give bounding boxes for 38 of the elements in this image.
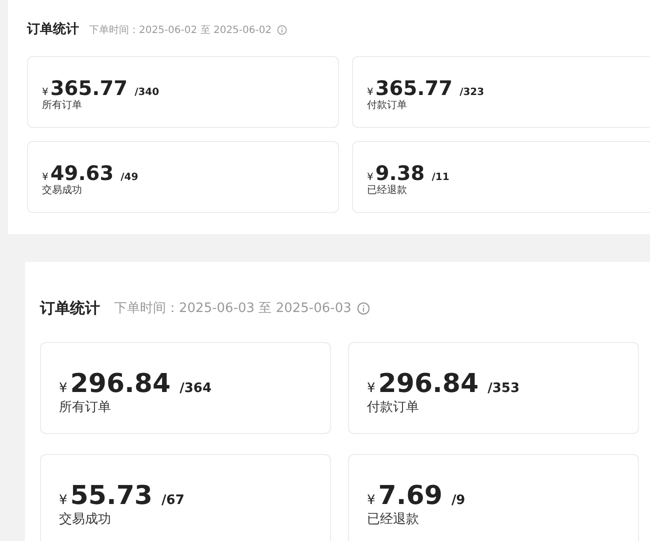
currency-sign: ¥ <box>367 172 374 183</box>
amount-value: 55.73 <box>70 481 153 511</box>
currency-sign: ¥ <box>367 493 376 508</box>
amount-value: 365.77 <box>50 77 128 99</box>
currency-sign: ¥ <box>59 381 68 396</box>
stat-label: 已经退款 <box>367 184 408 198</box>
currency-sign: ¥ <box>42 172 48 183</box>
amount-value: 365.77 <box>375 77 453 99</box>
order-time-range: 下单时间：2025-06-02 至 2025-06-02 <box>89 24 272 37</box>
order-count: /49 <box>120 172 138 183</box>
amount-value: 296.84 <box>70 369 171 399</box>
order-count: /340 <box>134 87 160 98</box>
amount-value: 49.63 <box>50 162 114 184</box>
order-count: /364 <box>180 381 212 396</box>
currency-sign: ¥ <box>42 87 48 98</box>
order-count: /9 <box>451 493 466 508</box>
info-icon[interactable] <box>357 302 370 314</box>
stat-label: 付款订单 <box>367 399 420 417</box>
stat-label: 交易成功 <box>59 511 112 529</box>
currency-sign: ¥ <box>59 493 68 508</box>
panel-title: 订单统计 <box>40 298 100 319</box>
panel-title: 订单统计 <box>27 20 79 39</box>
order-time-range: 下单时间：2025-06-03 至 2025-06-03 <box>114 300 352 317</box>
order-count: /323 <box>460 87 484 98</box>
currency-sign: ¥ <box>367 87 374 98</box>
stat-label: 所有订单 <box>42 99 83 113</box>
stat-label: 所有订单 <box>59 399 112 417</box>
stat-label: 付款订单 <box>367 99 408 113</box>
stat-label: 已经退款 <box>367 511 420 529</box>
amount-value: 7.69 <box>378 481 442 511</box>
order-count: /353 <box>488 381 520 396</box>
stat-label: 交易成功 <box>42 184 83 198</box>
order-count: /11 <box>432 172 450 183</box>
amount-value: 9.38 <box>375 162 425 184</box>
info-icon[interactable] <box>276 25 287 35</box>
amount-value: 296.84 <box>378 369 479 399</box>
order-count: /67 <box>162 493 184 508</box>
currency-sign: ¥ <box>367 381 376 396</box>
